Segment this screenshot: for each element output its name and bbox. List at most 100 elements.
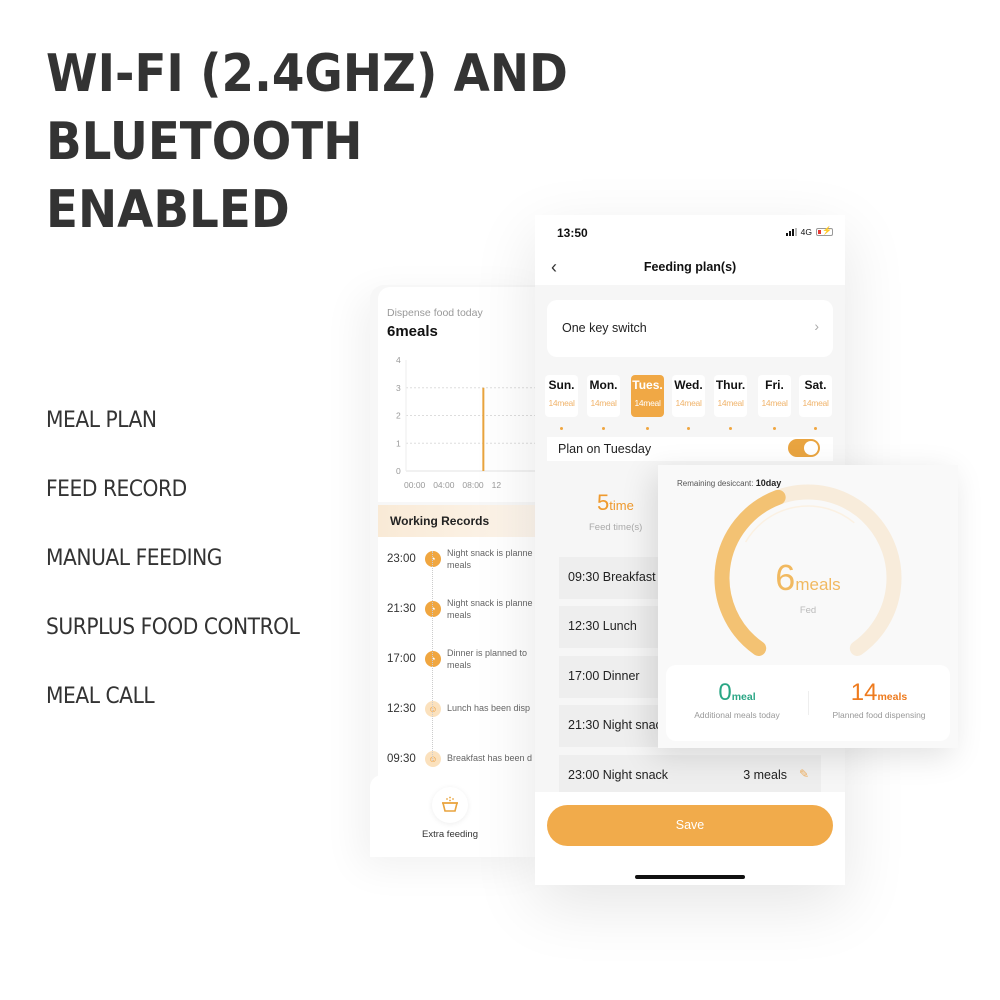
additional-unit: meal bbox=[731, 691, 756, 703]
status-bar: 13:50 4G ⚡ bbox=[535, 215, 845, 251]
feature-item: MEAL CALL bbox=[46, 684, 155, 709]
one-key-switch-row[interactable]: One key switch › bbox=[547, 300, 833, 357]
navbar: ‹ Feeding plan(s) bbox=[535, 251, 845, 285]
record-text: Breakfast has been d bbox=[447, 753, 533, 763]
extra-feeding-label: Extra feeding bbox=[422, 829, 478, 840]
home-indicator bbox=[635, 875, 745, 879]
planned-unit: meals bbox=[877, 691, 908, 703]
save-button[interactable]: Save bbox=[547, 805, 833, 846]
meal-label: 12:30 Lunch bbox=[568, 619, 637, 633]
day-dot bbox=[729, 427, 732, 430]
plan-toggle-row: Plan on Tuesday bbox=[547, 437, 833, 461]
feed-times-unit: time bbox=[609, 498, 634, 513]
working-records-list: 23:00 ◔ Night snack is planne meals 21:30… bbox=[378, 537, 545, 777]
day-dot bbox=[687, 427, 690, 430]
day-meals: 14meal bbox=[761, 398, 788, 408]
x-tick-label: 12 bbox=[492, 480, 502, 490]
edit-icon[interactable]: ✎ bbox=[799, 767, 809, 781]
record-text: Night snack is planne bbox=[447, 548, 533, 558]
x-tick-label: 00:00 bbox=[404, 480, 426, 490]
y-tick-label: 3 bbox=[396, 383, 401, 393]
feature-list: MEAL PLAN FEED RECORD MANUAL FEEDING SUR… bbox=[46, 405, 322, 750]
fed-label: Fed bbox=[799, 605, 817, 616]
plan-toggle[interactable] bbox=[788, 439, 820, 457]
y-tick-label: 2 bbox=[396, 411, 401, 421]
plan-label: Plan on Tuesday bbox=[558, 442, 652, 456]
fed-unit: meals bbox=[795, 575, 841, 594]
planned-meals-stat: 14meals Planned food dispensing bbox=[808, 679, 950, 720]
timeline-line bbox=[432, 551, 433, 761]
record-item[interactable]: 09:30 ☺ Breakfast has been d bbox=[378, 747, 545, 777]
record-item[interactable]: 12:30 ☺ Lunch has been disp bbox=[378, 697, 545, 727]
save-area: Save bbox=[535, 792, 845, 885]
additional-label: Additional meals today bbox=[694, 710, 780, 720]
day-dot bbox=[646, 427, 649, 430]
status-time: 13:50 bbox=[557, 226, 588, 240]
day-tab-fri[interactable]: Fri. 14meal bbox=[758, 375, 791, 430]
record-time: 12:30 bbox=[387, 703, 416, 715]
day-dot bbox=[773, 427, 776, 430]
day-dot bbox=[814, 427, 817, 430]
stats-panel: 0meal Additional meals today 14meals Pla… bbox=[666, 665, 950, 741]
meal-label: 09:30 Breakfast bbox=[568, 570, 656, 584]
day-tab-sat[interactable]: Sat. 14meal bbox=[799, 375, 832, 430]
day-name: Sat. bbox=[804, 378, 827, 392]
record-item[interactable]: 17:00 ◔ Dinner is planned to meals bbox=[378, 647, 545, 677]
extra-feeding-button[interactable]: Extra feeding bbox=[370, 775, 545, 857]
day-dot bbox=[560, 427, 563, 430]
additional-meals-stat: 0meal Additional meals today bbox=[666, 679, 808, 720]
day-name: Mon. bbox=[589, 378, 618, 392]
feature-item: SURPLUS FOOD CONTROL bbox=[46, 615, 300, 640]
meal-label: 17:00 Dinner bbox=[568, 669, 640, 683]
day-meals: 14meal bbox=[590, 398, 617, 408]
day-name: Wed. bbox=[674, 378, 703, 392]
headline-line-1: WI-FI (2.4GHZ) AND BLUETOOTH bbox=[46, 44, 568, 172]
working-records-title: Working Records bbox=[378, 505, 545, 537]
x-tick-label: 04:00 bbox=[433, 480, 455, 490]
day-name: Sun. bbox=[548, 378, 575, 392]
clock-icon: ◔ bbox=[425, 601, 441, 617]
network-label: 4G bbox=[800, 227, 812, 237]
feed-times-label: Feed time(s) bbox=[589, 522, 643, 533]
feature-item: FEED RECORD bbox=[46, 477, 187, 502]
day-name: Fri. bbox=[765, 378, 784, 392]
meal-row[interactable]: 23:00 Night snack 3 meals ✎ bbox=[559, 755, 821, 797]
feature-item: MANUAL FEEDING bbox=[46, 546, 222, 571]
feature-item: MEAL PLAN bbox=[46, 408, 157, 433]
y-tick-label: 0 bbox=[396, 466, 401, 476]
day-dot bbox=[602, 427, 605, 430]
day-meals: 14meal bbox=[548, 398, 575, 408]
x-tick-label: 08:00 bbox=[462, 480, 484, 490]
meal-label: 23:00 Night snack bbox=[568, 768, 669, 782]
day-tab-thur[interactable]: Thur. 14meal bbox=[714, 375, 747, 430]
feeding-overview-card: Remaining desiccant: 10day 6meals Fed 0m… bbox=[658, 465, 958, 748]
headline: WI-FI (2.4GHZ) AND BLUETOOTH ENABLED bbox=[46, 40, 856, 244]
feed-record-screen: Dispense food today 6meals 0 1 2 3 4 00:00 04:… bbox=[370, 285, 545, 857]
day-tab-mon[interactable]: Mon. 14meal bbox=[587, 375, 620, 430]
record-item[interactable]: 21:30 ◔ Night snack is planne meals bbox=[378, 597, 545, 627]
additional-value: 0 bbox=[718, 679, 732, 706]
day-tab-tues[interactable]: Tues. 14meal bbox=[631, 375, 664, 430]
dispense-card: Dispense food today 6meals 0 1 2 3 4 00:00 04:… bbox=[378, 287, 545, 502]
day-tab-wed[interactable]: Wed. 14meal bbox=[672, 375, 705, 430]
record-item[interactable]: 23:00 ◔ Night snack is planne meals bbox=[378, 547, 545, 577]
page-title: Feeding plan(s) bbox=[643, 260, 737, 274]
day-selector: Sun. 14meal Mon. 14meal Tues. 14meal Wed. 14mea… bbox=[545, 375, 837, 430]
fed-value: 6 bbox=[775, 557, 796, 598]
day-name: Tues. bbox=[632, 378, 663, 392]
record-text-2: meals bbox=[447, 560, 472, 570]
record-time: 23:00 bbox=[387, 553, 416, 565]
record-time: 09:30 bbox=[387, 753, 416, 765]
record-text: Night snack is planne bbox=[447, 598, 533, 608]
signal-icon bbox=[785, 228, 797, 236]
record-text: Lunch has been disp bbox=[447, 703, 531, 713]
meal-label: 21:30 Night snack bbox=[568, 718, 669, 732]
record-text: Dinner is planned to bbox=[447, 648, 528, 658]
y-tick-label: 1 bbox=[396, 438, 401, 448]
smile-icon: ☺ bbox=[425, 751, 441, 767]
toggle-knob bbox=[804, 441, 818, 455]
day-meals: 14meal bbox=[717, 398, 744, 408]
day-meals: 14meal bbox=[802, 398, 829, 408]
dispense-label: Dispense food today bbox=[387, 307, 483, 319]
day-tab-sun[interactable]: Sun. 14meal bbox=[545, 375, 578, 430]
